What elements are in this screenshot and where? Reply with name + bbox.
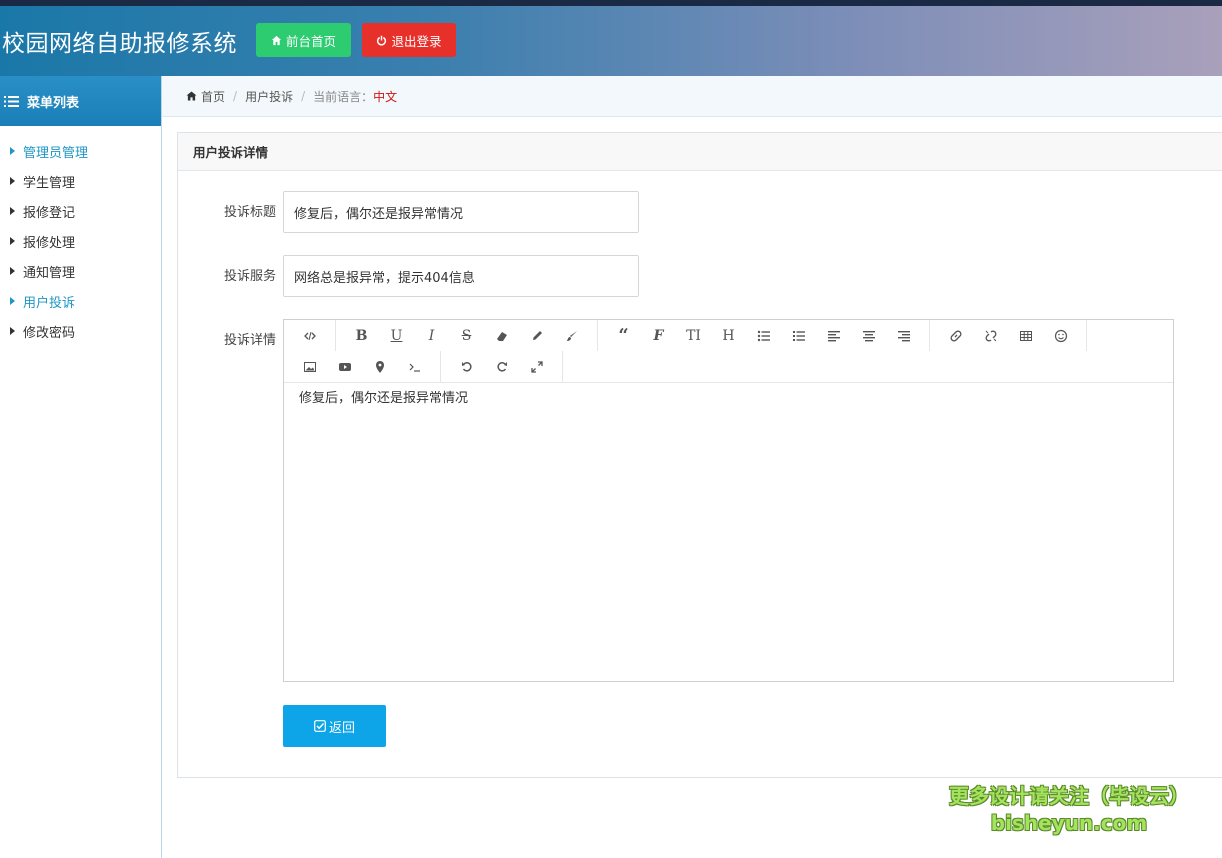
caret-right-icon	[10, 147, 15, 155]
breadcrumb-current[interactable]: 用户投诉	[245, 88, 293, 105]
caret-right-icon	[10, 267, 15, 275]
check-square-icon	[314, 720, 326, 732]
language-label: 当前语言：	[313, 89, 374, 104]
heading-icon[interactable]: H	[711, 320, 746, 351]
detail-label: 投诉详情	[223, 333, 276, 348]
align-right-icon[interactable]	[886, 320, 921, 351]
map-marker-icon[interactable]	[362, 351, 397, 382]
sidebar-menu: 管理员管理 学生管理 报修登记 报修处理 通知管理 用户投诉 修改密码	[0, 136, 161, 346]
editor-toolbar: B U I S “ F TI H	[284, 320, 1173, 383]
fullscreen-icon[interactable]	[519, 351, 554, 382]
caret-right-icon	[10, 237, 15, 245]
breadcrumb: 首页 / 用户投诉 / 当前语言： 中文	[162, 76, 1222, 117]
undo-icon[interactable]	[449, 351, 484, 382]
code-view-icon[interactable]	[292, 320, 327, 351]
sidebar-item-label: 管理员管理	[23, 145, 89, 161]
italic-icon[interactable]: I	[414, 320, 449, 351]
sidebar-item-change-password[interactable]: 修改密码	[0, 316, 161, 346]
back-button-label: 返回	[328, 720, 355, 736]
sidebar-item-label: 通知管理	[23, 265, 76, 281]
panel-title: 用户投诉详情	[178, 133, 1222, 171]
power-icon	[377, 35, 387, 45]
terminal-icon[interactable]	[397, 351, 432, 382]
bold-icon[interactable]: B	[344, 320, 379, 351]
rich-text-editor[interactable]: B U I S “ F TI H 修复后，偶尔还是报异常情况	[283, 319, 1174, 682]
sidebar-item-complaints[interactable]: 用户投诉	[0, 286, 161, 316]
underline-icon[interactable]: U	[379, 320, 414, 351]
align-center-icon[interactable]	[851, 320, 886, 351]
caret-right-icon	[10, 207, 15, 215]
sidebar-title: 菜单列表	[27, 95, 80, 111]
caret-right-icon	[10, 177, 15, 185]
emoji-icon[interactable]	[1043, 320, 1078, 351]
logout-button-label: 退出登录	[391, 33, 442, 49]
sidebar-item-notices[interactable]: 通知管理	[0, 256, 161, 286]
sidebar-item-repair-register[interactable]: 报修登记	[0, 196, 161, 226]
sidebar-header: 菜单列表	[0, 76, 161, 126]
sidebar-item-label: 修改密码	[23, 325, 76, 341]
sidebar-item-repair-process[interactable]: 报修处理	[0, 226, 161, 256]
font-icon[interactable]: F	[641, 320, 676, 351]
complaint-detail-panel: 用户投诉详情 投诉标题 修复后，偶尔还是报异常情况 投诉服务 网络总是报异常，提…	[177, 132, 1222, 778]
sidebar: 菜单列表 管理员管理 学生管理 报修登记 报修处理 通知管理 用户投诉 修改密码	[0, 76, 162, 858]
pencil-icon[interactable]	[519, 320, 554, 351]
watermark-line1: 更多设计请关注（毕设云）	[949, 784, 1189, 808]
app-title: 校园网络自助报修系统	[2, 31, 237, 57]
sidebar-item-label: 学生管理	[23, 175, 76, 191]
ordered-list-icon[interactable]	[781, 320, 816, 351]
brush-icon[interactable]	[554, 320, 589, 351]
strikethrough-icon[interactable]: S	[449, 320, 484, 351]
breadcrumb-separator: /	[301, 89, 306, 103]
home-icon	[186, 91, 197, 101]
service-label: 投诉服务	[223, 269, 276, 284]
sidebar-item-label: 报修登记	[23, 205, 76, 221]
link-icon[interactable]	[938, 320, 973, 351]
sidebar-item-label: 报修处理	[23, 235, 76, 251]
title-field[interactable]: 修复后，偶尔还是报异常情况	[283, 191, 639, 233]
logout-button[interactable]: 退出登录	[362, 23, 456, 57]
back-button[interactable]: 返回	[283, 705, 386, 747]
text-height-icon[interactable]: TI	[676, 320, 711, 351]
list-icon	[4, 95, 19, 107]
redo-icon[interactable]	[484, 351, 519, 382]
align-left-icon[interactable]	[816, 320, 851, 351]
service-field[interactable]: 网络总是报异常，提示404信息	[283, 255, 639, 297]
watermark-line2: bisheyun.com	[990, 811, 1148, 835]
quote-icon[interactable]: “	[606, 320, 641, 351]
unlink-icon[interactable]	[973, 320, 1008, 351]
eraser-icon[interactable]	[484, 320, 519, 351]
title-label: 投诉标题	[223, 205, 276, 220]
editor-content[interactable]: 修复后，偶尔还是报异常情况	[284, 383, 1173, 410]
image-icon[interactable]	[292, 351, 327, 382]
caret-right-icon	[10, 327, 15, 335]
sidebar-item-label: 用户投诉	[23, 295, 76, 311]
top-header: 校园网络自助报修系统 前台首页 退出登录	[0, 0, 1222, 76]
watermark: 更多设计请关注（毕设云） bisheyun.com	[938, 780, 1200, 835]
home-button-label: 前台首页	[285, 33, 336, 49]
table-icon[interactable]	[1008, 320, 1043, 351]
sidebar-item-students[interactable]: 学生管理	[0, 166, 161, 196]
unordered-list-icon[interactable]	[746, 320, 781, 351]
breadcrumb-separator: /	[233, 89, 238, 103]
caret-right-icon	[10, 297, 15, 305]
home-button[interactable]: 前台首页	[256, 23, 351, 57]
breadcrumb-home[interactable]: 首页	[201, 88, 225, 105]
language-value: 中文	[373, 89, 398, 104]
sidebar-item-admin[interactable]: 管理员管理	[0, 136, 161, 166]
home-icon	[271, 35, 282, 45]
video-icon[interactable]	[327, 351, 362, 382]
